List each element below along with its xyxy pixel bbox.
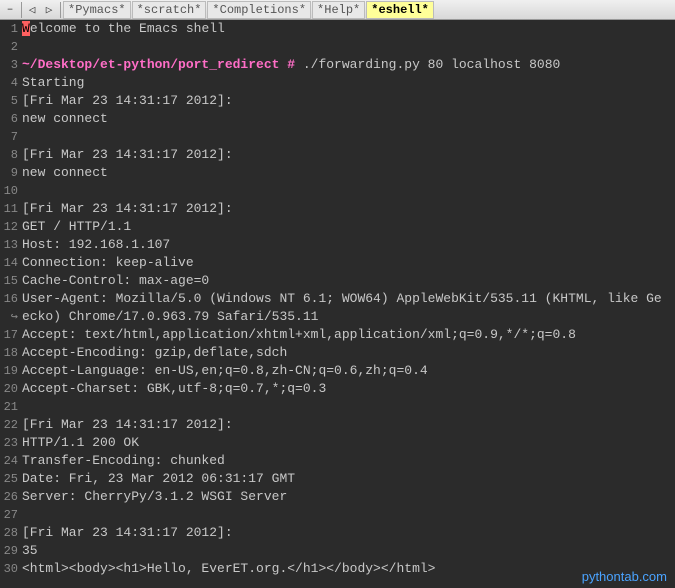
line-number: 28: [0, 524, 18, 542]
line-number: 15: [0, 272, 18, 290]
line-number: 20: [0, 380, 18, 398]
line-number: 14: [0, 254, 18, 272]
buffer-line[interactable]: ecko) Chrome/17.0.963.79 Safari/535.11: [22, 308, 675, 326]
buffer-line[interactable]: HTTP/1.1 200 OK: [22, 434, 675, 452]
line-number: 6: [0, 110, 18, 128]
buffer-line[interactable]: Server: CherryPy/3.1.2 WSGI Server: [22, 488, 675, 506]
line-number: 27: [0, 506, 18, 524]
line-number: 29: [0, 542, 18, 560]
tab-completions[interactable]: *Completions*: [207, 1, 311, 19]
line-number: 17: [0, 326, 18, 344]
line-number: 26: [0, 488, 18, 506]
buffer-line[interactable]: [22, 506, 675, 524]
line-number: 5: [0, 92, 18, 110]
line-number: 9: [0, 164, 18, 182]
buffer-line[interactable]: Accept-Language: en-US,en;q=0.8,zh-CN;q=…: [22, 362, 675, 380]
buffer-line[interactable]: Starting: [22, 74, 675, 92]
buffer-line[interactable]: [22, 38, 675, 56]
buffer-line[interactable]: new connect: [22, 164, 675, 182]
line-number-gutter: 12345678910111213141516↪1718192021222324…: [0, 20, 20, 588]
line-number: 8: [0, 146, 18, 164]
line-number: 22: [0, 416, 18, 434]
line-number: 4: [0, 74, 18, 92]
line-number: 7: [0, 128, 18, 146]
line-number: 23: [0, 434, 18, 452]
back-icon[interactable]: ◁: [24, 2, 40, 18]
tab-pymacs[interactable]: *Pymacs*: [63, 1, 131, 19]
separator: [21, 2, 22, 18]
buffer-line[interactable]: Connection: keep-alive: [22, 254, 675, 272]
buffer-line[interactable]: [Fri Mar 23 14:31:17 2012]:: [22, 200, 675, 218]
line-number: 21: [0, 398, 18, 416]
toolbar: – ◁ ▷ *Pymacs**scratch**Completions**Hel…: [0, 0, 675, 20]
editor-area[interactable]: 12345678910111213141516↪1718192021222324…: [0, 20, 675, 588]
buffer-line[interactable]: Date: Fri, 23 Mar 2012 06:31:17 GMT: [22, 470, 675, 488]
buffer-line[interactable]: [Fri Mar 23 14:31:17 2012]:: [22, 146, 675, 164]
buffer-line[interactable]: [Fri Mar 23 14:31:17 2012]:: [22, 416, 675, 434]
buffer-line[interactable]: [22, 398, 675, 416]
line-number: 2: [0, 38, 18, 56]
buffer-line[interactable]: Host: 192.168.1.107: [22, 236, 675, 254]
buffer-line[interactable]: Welcome to the Emacs shell: [22, 20, 675, 38]
cursor: W: [22, 21, 30, 36]
line-number: 16: [0, 290, 18, 308]
buffer-line[interactable]: Transfer-Encoding: chunked: [22, 452, 675, 470]
line-number: 25: [0, 470, 18, 488]
buffer-line[interactable]: new connect: [22, 110, 675, 128]
line-number: 12: [0, 218, 18, 236]
buffer-line[interactable]: <html><body><h1>Hello, EverET.org.</h1><…: [22, 560, 675, 578]
buffer-line[interactable]: GET / HTTP/1.1: [22, 218, 675, 236]
line-number: 3: [0, 56, 18, 74]
buffer-line[interactable]: [Fri Mar 23 14:31:17 2012]:: [22, 524, 675, 542]
buffer-line[interactable]: [Fri Mar 23 14:31:17 2012]:: [22, 92, 675, 110]
buffer-line[interactable]: Accept: text/html,application/xhtml+xml,…: [22, 326, 675, 344]
shell-command: ./forwarding.py 80 localhost 8080: [295, 57, 560, 72]
tab-scratch[interactable]: *scratch*: [132, 1, 207, 19]
line-number: ↪: [0, 308, 18, 326]
line-number: 10: [0, 182, 18, 200]
separator: [60, 2, 61, 18]
shell-prompt: ~/Desktop/et-python/port_redirect #: [22, 57, 295, 72]
line-number: 11: [0, 200, 18, 218]
buffer-line[interactable]: Accept-Charset: GBK,utf-8;q=0.7,*;q=0.3: [22, 380, 675, 398]
line-number: 1: [0, 20, 18, 38]
tab-help[interactable]: *Help*: [312, 1, 365, 19]
forward-icon[interactable]: ▷: [41, 2, 57, 18]
line-number: 19: [0, 362, 18, 380]
tab-eshell[interactable]: *eshell*: [366, 1, 434, 19]
buffer-line[interactable]: Accept-Encoding: gzip,deflate,sdch: [22, 344, 675, 362]
buffer-line[interactable]: ~/Desktop/et-python/port_redirect # ./fo…: [22, 56, 675, 74]
line-number: 24: [0, 452, 18, 470]
line-number: 18: [0, 344, 18, 362]
line-number: 13: [0, 236, 18, 254]
line-number: 30: [0, 560, 18, 578]
minimize-icon[interactable]: –: [2, 2, 18, 18]
tab-bar: *Pymacs**scratch**Completions**Help**esh…: [63, 1, 435, 19]
buffer-line[interactable]: 35: [22, 542, 675, 560]
buffer-content[interactable]: Welcome to the Emacs shell ~/Desktop/et-…: [20, 20, 675, 588]
buffer-line[interactable]: Cache-Control: max-age=0: [22, 272, 675, 290]
buffer-line[interactable]: [22, 182, 675, 200]
watermark: pythontab.com: [582, 569, 667, 584]
buffer-line[interactable]: [22, 128, 675, 146]
buffer-line[interactable]: User-Agent: Mozilla/5.0 (Windows NT 6.1;…: [22, 290, 675, 308]
